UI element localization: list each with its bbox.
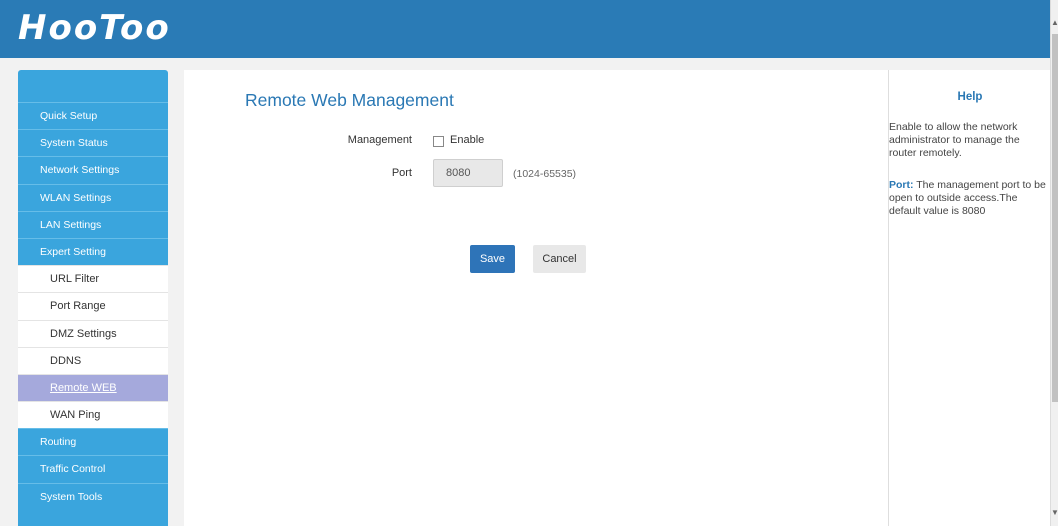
sidebar-item-quick-setup[interactable]: Quick Setup [18, 102, 168, 129]
sidebar-item-system-status[interactable]: System Status [18, 129, 168, 156]
cancel-button[interactable]: Cancel [533, 245, 586, 273]
sidebar-item-routing[interactable]: Routing [18, 428, 168, 455]
submenu-item-dmz-settings[interactable]: DMZ Settings [18, 319, 168, 347]
sidebar-item-system-tools[interactable]: System Tools [18, 482, 168, 510]
help-port-label: Port: [889, 179, 914, 191]
sidebar-item-network-settings[interactable]: Network Settings [18, 156, 168, 183]
scrollbar[interactable]: ▲ ▼ [1050, 0, 1058, 526]
sidebar-top-spacer [18, 70, 168, 102]
management-label: Management [347, 134, 412, 146]
sidebar-item-traffic-control[interactable]: Traffic Control [18, 455, 168, 482]
sidebar-item-expert-setting[interactable]: Expert Setting [18, 237, 168, 265]
port-label: Port [391, 167, 412, 179]
scroll-thumb[interactable] [1052, 34, 1058, 402]
enable-checkbox[interactable] [433, 136, 444, 147]
sidebar-item-lan-settings[interactable]: LAN Settings [18, 210, 168, 238]
submenu-item-wan-ping[interactable]: WAN Ping [18, 401, 168, 429]
help-title: Help [957, 91, 983, 103]
sidebar-menu: Quick Setup System Status Network Settin… [18, 70, 168, 526]
main-panel: Remote Web Management Management Enable … [184, 70, 888, 526]
help-panel: Help Enable to allow the network adminis… [888, 70, 1050, 526]
submenu-item-url-filter[interactable]: URL Filter [18, 265, 168, 293]
sidebar-item-wlan-settings[interactable]: WLAN Settings [18, 183, 168, 211]
enable-checkbox-label[interactable]: Enable [450, 134, 484, 146]
help-description: Enable to allow the network administrato… [889, 121, 1020, 159]
page-title: Remote Web Management [245, 90, 454, 110]
scroll-up-arrow-icon[interactable]: ▲ [1051, 18, 1058, 28]
save-button[interactable]: Save [470, 245, 515, 273]
port-input[interactable] [433, 159, 503, 187]
submenu-item-port-range[interactable]: Port Range [18, 292, 168, 320]
scroll-down-arrow-icon[interactable]: ▼ [1051, 508, 1058, 518]
help-port-text: The management port to be open to outsid… [889, 179, 1046, 217]
help-port-description: Port: The management port to be open to … [889, 179, 1049, 218]
header-bar: HooToo [0, 0, 1050, 58]
port-range-hint: (1024-65535) [513, 168, 577, 180]
submenu-item-remote-web[interactable]: Remote WEB [18, 373, 168, 402]
hootoo-logo: HooToo [18, 8, 171, 48]
submenu-item-ddns[interactable]: DDNS [18, 346, 168, 374]
